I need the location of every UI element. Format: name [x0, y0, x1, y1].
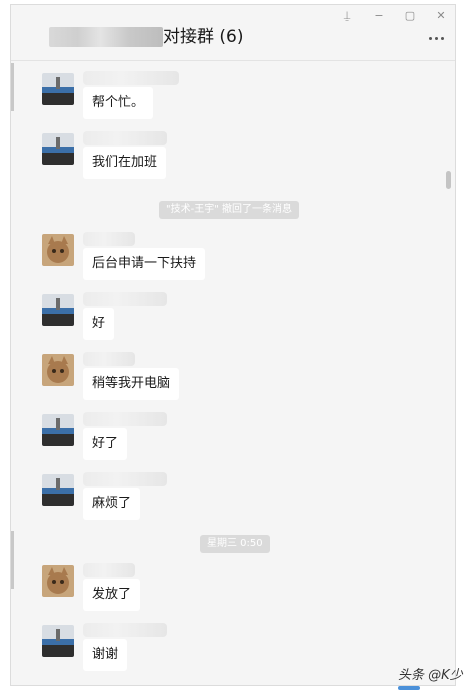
group-name-redacted — [49, 27, 163, 47]
message-bubble[interactable]: 麻烦了 — [83, 488, 141, 520]
message-bubble[interactable]: 好 — [83, 308, 115, 340]
message-bubble[interactable]: 后台申请一下扶持 — [83, 248, 206, 280]
road-scene-avatar[interactable] — [42, 474, 74, 506]
sender-name-redacted — [83, 71, 179, 85]
timestamp-divider: 星期三 0:50 — [200, 535, 270, 553]
cat-avatar[interactable] — [42, 354, 74, 386]
cat-avatar[interactable] — [42, 234, 74, 266]
message-row: 好 — [11, 292, 455, 354]
title-bar: ⍊ − ▢ ✕ 对接群 (6) — [11, 5, 455, 61]
message-bubble[interactable]: 帮个忙。 — [83, 87, 154, 119]
more-options-icon[interactable] — [425, 31, 449, 45]
message-bubble[interactable]: 好了 — [83, 428, 128, 460]
pin-icon[interactable]: ⍊ — [337, 7, 357, 25]
sender-name-redacted — [83, 412, 167, 426]
sender-name-redacted — [83, 472, 167, 486]
watermark: 头条 @K少 — [398, 668, 463, 683]
message-row: 好了 — [11, 412, 455, 474]
message-bubble[interactable]: 稍等我开电脑 — [83, 368, 180, 400]
road-scene-avatar[interactable] — [42, 133, 74, 165]
maximize-button[interactable]: ▢ — [400, 7, 420, 25]
cat-avatar[interactable] — [42, 565, 74, 597]
road-scene-avatar[interactable] — [42, 73, 74, 105]
message-bubble[interactable]: 谢谢 — [83, 639, 128, 671]
sender-name-redacted — [83, 563, 135, 577]
recall-notice: "技术-王宇" 撤回了一条消息 — [159, 201, 299, 219]
sender-name-redacted — [83, 131, 167, 145]
sender-name-redacted — [83, 232, 135, 246]
message-row: 后台申请一下扶持 — [11, 232, 455, 294]
close-button[interactable]: ✕ — [431, 7, 451, 25]
chat-title: 对接群 (6) — [163, 27, 244, 47]
sender-name-redacted — [83, 623, 167, 637]
message-row: 谢谢 — [11, 623, 455, 685]
chat-window: ⍊ − ▢ ✕ 对接群 (6) 帮个忙。 我们在加班 "技术-王宇" 撤回了一条… — [10, 4, 456, 686]
sender-name-redacted — [83, 292, 167, 306]
message-row: 稍等我开电脑 — [11, 352, 455, 414]
road-scene-avatar[interactable] — [42, 414, 74, 446]
message-bubble[interactable]: 我们在加班 — [83, 147, 167, 179]
sender-name-redacted — [83, 352, 135, 366]
minimize-button[interactable]: − — [369, 7, 389, 25]
message-bubble[interactable]: 发放了 — [83, 579, 141, 611]
message-row: 帮个忙。 — [11, 71, 455, 133]
bottom-accent — [398, 686, 420, 690]
message-row: 发放了 — [11, 563, 455, 625]
road-scene-avatar[interactable] — [42, 294, 74, 326]
message-row: 麻烦了 — [11, 472, 455, 534]
message-row: 我们在加班 — [11, 131, 455, 193]
road-scene-avatar[interactable] — [42, 625, 74, 657]
